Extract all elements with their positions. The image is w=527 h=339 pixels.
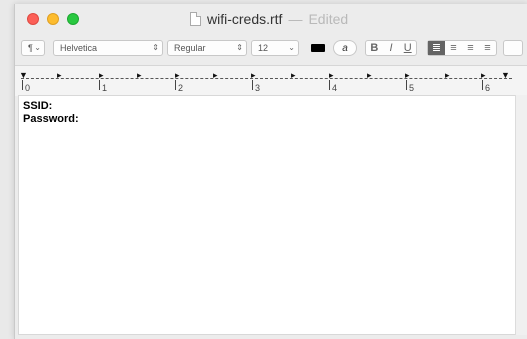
- ruler-tick: [406, 80, 407, 90]
- ruler-number: 0: [25, 83, 31, 93]
- font-style-select[interactable]: Regular ⇕: [167, 40, 247, 56]
- window-title: wifi-creds.rtf — Edited: [190, 10, 348, 28]
- left-indent-marker[interactable]: ▼: [19, 71, 28, 80]
- tab-stop-icon[interactable]: ▸: [291, 71, 296, 80]
- ruler-tick: [22, 80, 23, 90]
- zoom-button[interactable]: [67, 13, 79, 25]
- text-color-swatch: [311, 44, 325, 52]
- tab-stop-icon[interactable]: ▸: [481, 71, 486, 80]
- ruler-number: 3: [255, 83, 261, 93]
- align-right-button[interactable]: ≡: [462, 42, 479, 54]
- ruler[interactable]: ▼ ▸ ▸ ▸ ▸ ▸ ▸ ▸ ▸ ▸ ▸ ▸ ▸ ▼ 0 1 2 3 4 5 …: [15, 65, 527, 96]
- tab-stop-icon[interactable]: ▸: [405, 71, 410, 80]
- tab-stop-icon[interactable]: ▸: [329, 71, 334, 80]
- ssid-line: SSID:: [23, 100, 53, 112]
- font-size-combo[interactable]: 12 ⌄: [251, 40, 299, 56]
- tab-stop-icon[interactable]: ▸: [175, 71, 180, 80]
- chevron-down-icon: ⌄: [34, 43, 41, 52]
- align-center-button[interactable]: ≡: [445, 42, 462, 54]
- filename: wifi-creds.rtf: [207, 11, 283, 27]
- close-button[interactable]: [27, 13, 39, 25]
- bold-button[interactable]: B: [366, 42, 383, 54]
- document-content: SSID: Password:: [23, 100, 79, 126]
- alignment-segment: ≣ ≡ ≡ ≡: [427, 40, 497, 56]
- password-line: Password:: [23, 113, 79, 125]
- ruler-number: 4: [332, 83, 338, 93]
- ruler-tick: [252, 80, 253, 90]
- align-justify-button[interactable]: ≡: [479, 42, 496, 54]
- underline-button[interactable]: U: [399, 42, 416, 54]
- ruler-number: 1: [102, 83, 108, 93]
- tab-stop-icon[interactable]: ▸: [445, 71, 450, 80]
- minimize-button[interactable]: [47, 13, 59, 25]
- font-family-select[interactable]: Helvetica ⇕: [53, 40, 163, 56]
- ruler-number: 2: [178, 83, 184, 93]
- tab-stop-icon[interactable]: ▸: [213, 71, 218, 80]
- textedit-window: wifi-creds.rtf — Edited ¶ ⌄ Helvetica ⇕ …: [14, 4, 527, 339]
- text-style-segment: B I U: [365, 40, 417, 56]
- more-button[interactable]: [503, 40, 523, 56]
- tab-stop-icon[interactable]: ▸: [367, 71, 372, 80]
- highlight-color-button[interactable]: a: [333, 40, 357, 56]
- right-margin-marker[interactable]: ▼: [501, 71, 510, 80]
- paragraph-style-button[interactable]: ¶ ⌄: [21, 40, 45, 56]
- vertical-scrollbar[interactable]: [515, 95, 527, 335]
- ruler-tick: [329, 80, 330, 90]
- title-bar: wifi-creds.rtf — Edited: [15, 4, 527, 34]
- document-icon: [190, 12, 201, 26]
- paragraph-icon: ¶: [28, 43, 33, 53]
- ruler-tick: [99, 80, 100, 90]
- title-separator: —: [288, 11, 303, 27]
- edited-status[interactable]: Edited: [308, 11, 348, 27]
- text-color-well[interactable]: [307, 40, 329, 56]
- tab-stop-icon[interactable]: ▸: [137, 71, 142, 80]
- ruler-number: 6: [485, 83, 491, 93]
- ruler-tick: [175, 80, 176, 90]
- ruler-number: 5: [409, 83, 415, 93]
- document-text-area[interactable]: SSID: Password:: [18, 95, 516, 335]
- ruler-line: [21, 78, 512, 79]
- italic-button[interactable]: I: [383, 42, 400, 54]
- tab-stop-icon[interactable]: ▸: [57, 71, 62, 80]
- format-toolbar: ¶ ⌄ Helvetica ⇕ Regular ⇕ 12 ⌄ a B I U ≣…: [15, 35, 527, 61]
- ruler-tick: [482, 80, 483, 90]
- chevron-down-icon: ⌄: [288, 43, 295, 52]
- align-left-button[interactable]: ≣: [428, 41, 445, 55]
- tab-stop-icon[interactable]: ▸: [99, 71, 104, 80]
- tab-stop-icon[interactable]: ▸: [251, 71, 256, 80]
- updown-arrows-icon: ⇕: [236, 43, 243, 52]
- updown-arrows-icon: ⇕: [152, 43, 159, 52]
